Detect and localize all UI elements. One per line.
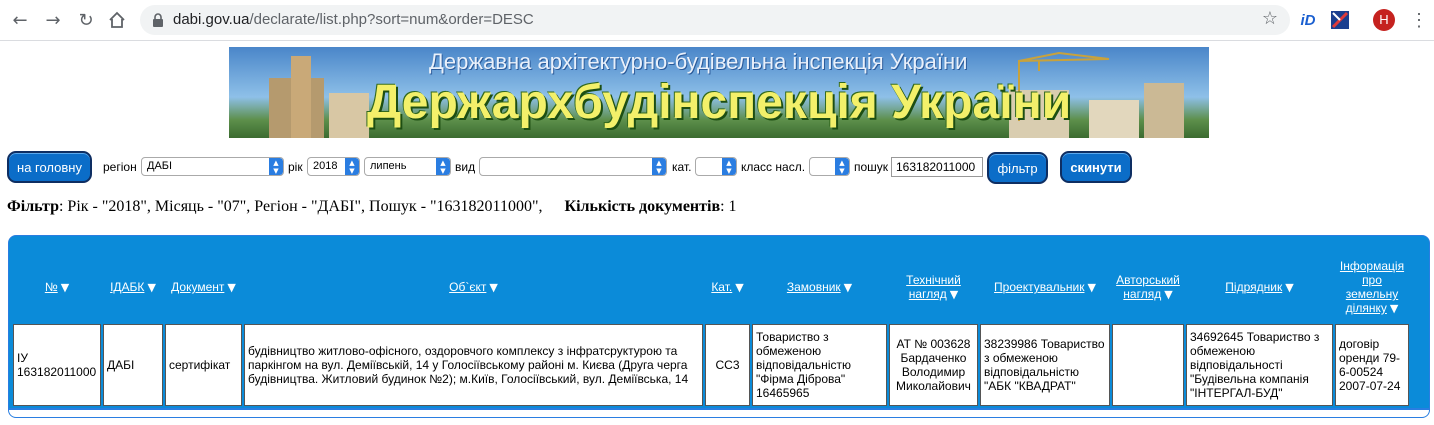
cell-author-supervision <box>1112 324 1184 406</box>
extension-flag-icon[interactable] <box>1331 9 1349 31</box>
type-select[interactable]: ▲ ▼ <box>479 157 667 176</box>
cell-designer: 38239986 Товариство з обмеженою відповід… <box>980 324 1110 406</box>
sort-arrow-icon[interactable]: ▼ <box>950 288 958 301</box>
col-header-contractor[interactable]: Підрядник ▼ <box>1186 252 1333 322</box>
class-label: класс насл. <box>741 160 806 174</box>
home-icon[interactable] <box>106 9 128 31</box>
banner-subtitle: Державна архітектурно-будівельна інспекц… <box>429 49 968 74</box>
reset-button[interactable]: скинути <box>1060 151 1132 183</box>
col-header-tech-supervision[interactable]: Технічний нагляд ▼ <box>889 252 978 322</box>
sort-arrow-icon[interactable]: ▼ <box>61 281 69 294</box>
cell-document: сертифікат <box>165 324 242 406</box>
home-button[interactable]: на головну <box>7 151 92 183</box>
col-header-document[interactable]: Документ ▼ <box>165 252 242 322</box>
count-label: Кількість документів <box>564 198 721 215</box>
category-label: кат. <box>672 160 692 174</box>
sort-arrow-icon[interactable]: ▼ <box>147 281 155 294</box>
select-arrows-icon: ▲ ▼ <box>269 158 283 175</box>
lock-icon <box>153 13 163 27</box>
sort-arrow-icon[interactable]: ▼ <box>227 281 235 294</box>
banner-title: Держархбудінспекція України <box>367 76 1072 129</box>
category-select[interactable]: ▲ ▼ <box>695 157 737 176</box>
year-select[interactable]: 2018 ▲ ▼ <box>307 157 360 176</box>
region-label: регіон <box>103 160 137 174</box>
sort-arrow-icon[interactable]: ▼ <box>1164 288 1172 301</box>
cell-tech-supervision: АТ № 003628 Бардаченко Володимир Миколай… <box>889 324 978 406</box>
count-value: : 1 <box>720 198 737 215</box>
type-label: вид <box>455 160 476 174</box>
reload-icon[interactable]: ↻ <box>75 9 97 31</box>
table-footer <box>9 408 1429 417</box>
more-menu-icon[interactable]: ⋮ <box>1410 9 1428 31</box>
sort-arrow-icon[interactable]: ▼ <box>1087 281 1095 294</box>
col-header-designer[interactable]: Проектувальник ▼ <box>980 252 1110 322</box>
region-select[interactable]: ДАБІ ▲ ▼ <box>141 157 284 176</box>
profile-avatar[interactable]: H <box>1373 9 1395 31</box>
browser-toolbar: ← → ↻ dabi.gov.ua/declarate/list.php?sor… <box>0 0 1434 41</box>
cell-customer: Товариство з обмеженою відповідальністю … <box>752 324 887 406</box>
filter-label: Фільтр <box>7 198 59 215</box>
back-arrow-icon[interactable]: ← <box>9 9 31 31</box>
filter-summary: Фільтр: Рік - "2018", Місяць - "07", Рег… <box>7 198 737 216</box>
sort-arrow-icon[interactable]: ▼ <box>1285 281 1293 294</box>
cell-num: ІУ 163182011000 <box>13 324 101 406</box>
extension-id-icon[interactable]: iD <box>1298 9 1318 31</box>
cell-object: будівництво житлово-офісного, оздоровчог… <box>244 324 703 406</box>
documents-table: № ▼ ІДАБК ▼ Документ ▼ Об`єкт ▼ Кат. ▼ Замовн… <box>8 235 1430 418</box>
sort-arrow-icon[interactable]: ▼ <box>1390 302 1398 315</box>
header-banner: Державна архітектурно-будівельна інспекц… <box>229 47 1209 138</box>
table-header-row: № ▼ ІДАБК ▼ Документ ▼ Об`єкт ▼ Кат. ▼ Замовн… <box>13 252 1409 322</box>
sort-arrow-icon[interactable]: ▼ <box>844 281 852 294</box>
select-arrows-icon: ▲ ▼ <box>436 158 450 175</box>
col-header-num[interactable]: № ▼ <box>13 252 101 322</box>
forward-arrow-icon[interactable]: → <box>42 9 64 31</box>
search-input[interactable]: 163182011000 <box>891 157 983 177</box>
select-arrows-icon: ▲ ▼ <box>345 158 359 175</box>
bookmark-star-icon[interactable]: ☆ <box>1262 8 1278 29</box>
sort-arrow-icon[interactable]: ▼ <box>489 281 497 294</box>
col-header-author-supervision[interactable]: Авторський нагляд ▼ <box>1112 252 1184 322</box>
filter-text: : Рік - "2018", Місяць - "07", Регіон - … <box>58 198 543 215</box>
filter-button[interactable]: фільтр <box>987 152 1048 184</box>
year-label: рік <box>288 160 303 174</box>
month-select[interactable]: липень ▲ ▼ <box>364 157 451 176</box>
address-bar[interactable]: dabi.gov.ua/declarate/list.php?sort=num&… <box>140 5 1290 35</box>
select-arrows-icon: ▲ ▼ <box>835 158 849 175</box>
cell-contractor: 34692645 Товариство з обмеженою відповід… <box>1186 324 1333 406</box>
col-header-idabk[interactable]: ІДАБК ▼ <box>103 252 163 322</box>
col-header-object[interactable]: Об`єкт ▼ <box>244 252 703 322</box>
col-header-land-info[interactable]: Інформація про земельну ділянку ▼ <box>1335 252 1409 322</box>
class-select[interactable]: ▲ ▼ <box>809 157 850 176</box>
cell-land-info: договір оренди 79-6-00524 2007-07-24 <box>1335 324 1409 406</box>
select-arrows-icon: ▲ ▼ <box>652 158 666 175</box>
search-label: пошук <box>854 160 889 174</box>
select-arrows-icon: ▲ ▼ <box>722 158 736 175</box>
col-header-cat[interactable]: Кат. ▼ <box>705 252 750 322</box>
sort-arrow-icon[interactable]: ▼ <box>735 281 743 294</box>
cell-cat: СС3 <box>705 324 750 406</box>
cell-idabk: ДАБІ <box>103 324 163 406</box>
table-row: ІУ 163182011000 ДАБІ сертифікат будівниц… <box>13 324 1409 406</box>
address-url: dabi.gov.ua/declarate/list.php?sort=num&… <box>173 11 534 28</box>
col-header-customer[interactable]: Замовник ▼ <box>752 252 887 322</box>
